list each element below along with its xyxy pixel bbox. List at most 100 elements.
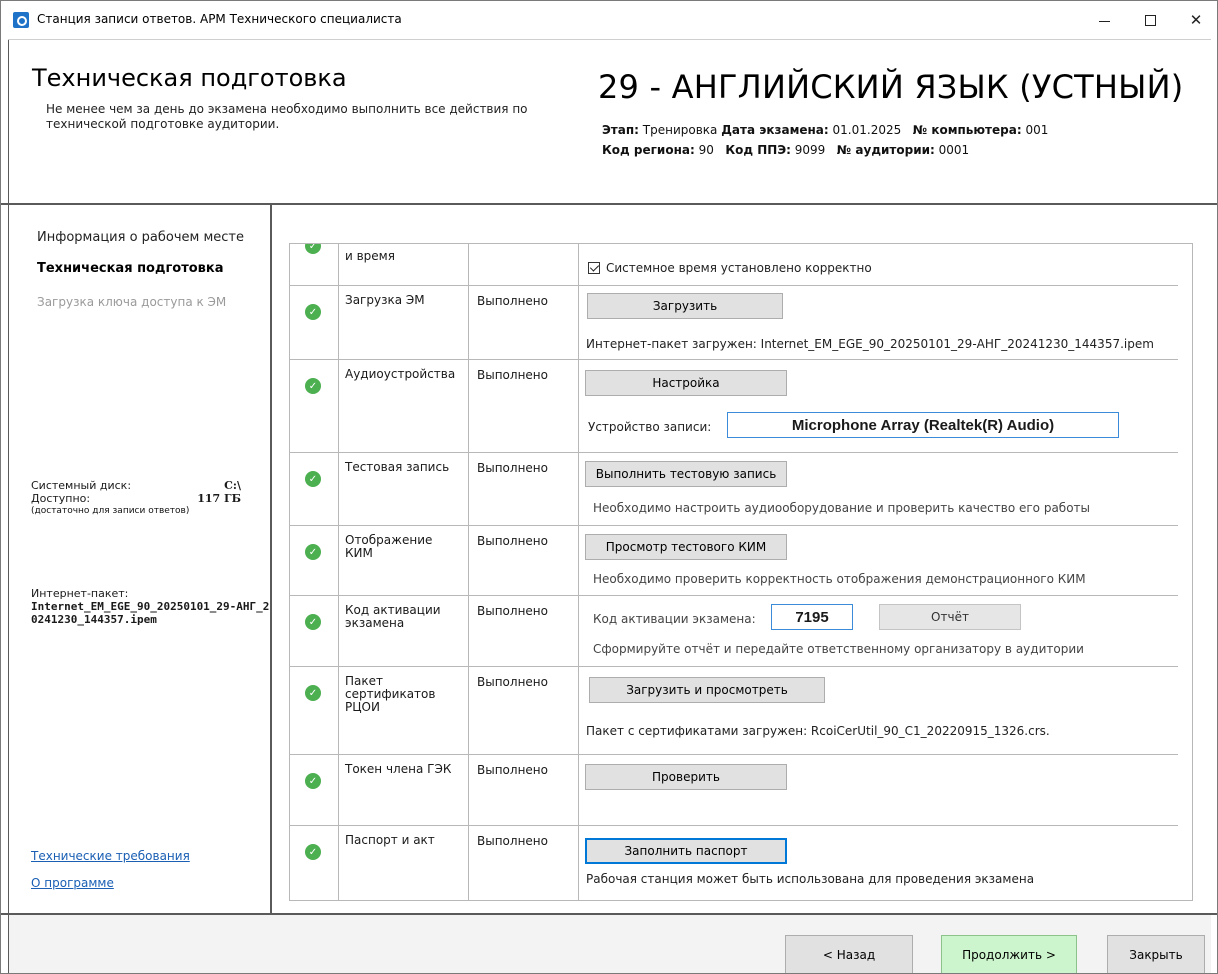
- stage-label: Этап:: [602, 123, 639, 137]
- load-and-view-certs-button[interactable]: Загрузить и просмотреть: [589, 677, 825, 703]
- row-name: Код активации экзамена: [339, 596, 469, 666]
- main-panel: ✓ и время Системное время установлено ко…: [272, 205, 1211, 913]
- row-icon-cell: ✓: [290, 826, 339, 900]
- meta-line-2: Код региона: 90 Код ППЭ: 9099 № аудитори…: [602, 140, 1048, 160]
- check-ok-icon: ✓: [305, 544, 321, 560]
- window-title: Станция записи ответов. АРМ Технического…: [37, 12, 402, 26]
- table-row: ✓ Код активации экзамена Выполнено Код а…: [290, 596, 1178, 667]
- view-test-kim-button[interactable]: Просмотр тестового КИМ: [585, 534, 787, 560]
- row-status: Выполнено: [469, 453, 579, 525]
- row-status: Выполнено: [469, 526, 579, 595]
- report-button[interactable]: Отчёт: [879, 604, 1021, 630]
- page-subtitle: Не менее чем за день до экзамена необход…: [46, 102, 528, 131]
- footer: < Назад Продолжить > Закрыть: [9, 915, 1211, 973]
- em-loaded-text: Интернет-пакет загружен: Internet_EM_EGE…: [586, 337, 1154, 351]
- row-name: Токен члена ГЭК: [339, 755, 469, 825]
- recording-device-label: Устройство записи:: [588, 420, 712, 434]
- recording-device-field[interactable]: Microphone Array (Realtek(R) Audio): [727, 412, 1119, 438]
- sidebar-item-workplace-info[interactable]: Информация о рабочем месте: [37, 230, 244, 245]
- row-name: Аудиоустройства: [339, 360, 469, 452]
- about-link[interactable]: О программе: [31, 876, 114, 890]
- continue-button[interactable]: Продолжить >: [941, 935, 1077, 973]
- system-time-label: Системное время установлено корректно: [606, 261, 872, 275]
- checkbox-icon: [588, 262, 600, 274]
- stage-value: Тренировка: [642, 123, 718, 137]
- room-label: № аудитории:: [836, 143, 935, 157]
- check-ok-icon: ✓: [305, 378, 321, 394]
- row-actions: Код активации экзамена: 7195 Отчёт Сформ…: [579, 596, 1178, 666]
- row-icon-cell: ✓: [290, 453, 339, 525]
- test-record-hint: Необходимо настроить аудиооборудование и…: [593, 501, 1090, 515]
- maximize-icon: [1144, 14, 1156, 26]
- row-actions: Выполнить тестовую запись Необходимо нас…: [579, 453, 1178, 525]
- app-icon: [13, 12, 29, 28]
- check-ok-icon: ✓: [305, 773, 321, 789]
- pc-label: № компьютера:: [912, 123, 1022, 137]
- test-record-button[interactable]: Выполнить тестовую запись: [585, 461, 787, 487]
- system-disk-label: Системный диск:: [31, 479, 132, 492]
- date-label: Дата экзамена:: [721, 123, 829, 137]
- load-em-button[interactable]: Загрузить: [587, 293, 783, 319]
- sidebar-item-key-load: Загрузка ключа доступа к ЭМ: [37, 295, 227, 309]
- pc-value: 001: [1025, 123, 1049, 137]
- station-ready-text: Рабочая станция может быть использована …: [586, 872, 1035, 886]
- page-title: Техническая подготовка: [32, 64, 347, 92]
- kim-hint: Необходимо проверить корректность отобра…: [593, 572, 1086, 586]
- disk-note: (достаточно для записи ответов): [31, 506, 190, 516]
- exam-title: 29 - АНГЛИЙСКИЙ ЯЗЫК (УСТНЫЙ): [598, 68, 1184, 106]
- date-value: 01.01.2025: [832, 123, 902, 137]
- row-icon-cell: ✓: [290, 286, 339, 359]
- row-icon-cell: ✓: [290, 526, 339, 595]
- activation-code-label: Код активации экзамена:: [593, 612, 756, 626]
- system-disk-row: Системный диск: C:\: [31, 479, 241, 492]
- system-time-check[interactable]: Системное время установлено корректно: [588, 261, 872, 275]
- table-row: ✓ Отображение КИМ Выполнено Просмотр тес…: [290, 526, 1178, 596]
- audio-settings-button[interactable]: Настройка: [585, 370, 787, 396]
- package-info: Интернет-пакет: Internet_EM_EGE_90_20250…: [31, 587, 271, 626]
- row-name: Паспорт и акт: [339, 826, 469, 900]
- fill-passport-button[interactable]: Заполнить паспорт: [585, 838, 787, 864]
- back-button[interactable]: < Назад: [785, 935, 913, 973]
- certs-loaded-text: Пакет с сертификатами загружен: RcoiCerU…: [586, 724, 1050, 738]
- check-ok-icon: ✓: [305, 244, 321, 254]
- meta-line-1: Этап: Тренировка Дата экзамена: 01.01.20…: [602, 120, 1048, 140]
- disk-info: Системный диск: C:\ Доступно: 117 ГБ (до…: [31, 479, 241, 518]
- row-name: Отображение КИМ: [339, 526, 469, 595]
- row-actions: Просмотр тестового КИМ Необходимо провер…: [579, 526, 1178, 595]
- row-icon-cell: ✓: [290, 244, 339, 285]
- page-header: Техническая подготовка Не менее чем за д…: [8, 39, 1211, 204]
- table-row: ✓ Тестовая запись Выполнено Выполнить те…: [290, 453, 1178, 526]
- checklist-table: ✓ и время Системное время установлено ко…: [289, 243, 1193, 901]
- free-space-value: 117 ГБ: [197, 492, 241, 505]
- sidebar-item-tech-prep[interactable]: Техническая подготовка: [37, 261, 224, 276]
- close-button[interactable]: Закрыть: [1107, 935, 1205, 973]
- system-disk-value: C:\: [224, 479, 241, 492]
- check-ok-icon: ✓: [305, 614, 321, 630]
- row-actions: Проверить: [579, 755, 1178, 825]
- row-status: Выполнено: [469, 667, 579, 754]
- table-row: ✓ Аудиоустройства Выполнено Настройка Ус…: [290, 360, 1178, 453]
- room-value: 0001: [938, 143, 970, 157]
- close-icon: ✕: [1189, 11, 1203, 29]
- maximize-button[interactable]: [1127, 1, 1173, 39]
- row-icon-cell: ✓: [290, 596, 339, 666]
- check-ok-icon: ✓: [305, 304, 321, 320]
- row-status: Выполнено: [469, 286, 579, 359]
- row-icon-cell: ✓: [290, 360, 339, 452]
- row-actions: Настройка Устройство записи: Microphone …: [579, 360, 1178, 452]
- check-token-button[interactable]: Проверить: [585, 764, 787, 790]
- tech-requirements-link[interactable]: Технические требования: [31, 849, 190, 863]
- row-name: Загрузка ЭМ: [339, 286, 469, 359]
- package-label: Интернет-пакет:: [31, 587, 129, 600]
- row-status: Выполнено: [469, 826, 579, 900]
- row-status: Выполнено: [469, 360, 579, 452]
- row-actions: Загрузить и просмотреть Пакет с сертифик…: [579, 667, 1178, 754]
- sidebar: Информация о рабочем месте Техническая п…: [9, 205, 270, 913]
- check-ok-icon: ✓: [305, 685, 321, 701]
- row-status: Выполнено: [469, 596, 579, 666]
- table-row: ✓ Загрузка ЭМ Выполнено Загрузить Интерн…: [290, 286, 1178, 360]
- activation-code-field[interactable]: 7195: [771, 604, 853, 630]
- minimize-button[interactable]: [1081, 1, 1127, 39]
- row-name: и время: [339, 244, 469, 285]
- close-window-button[interactable]: ✕: [1173, 1, 1217, 39]
